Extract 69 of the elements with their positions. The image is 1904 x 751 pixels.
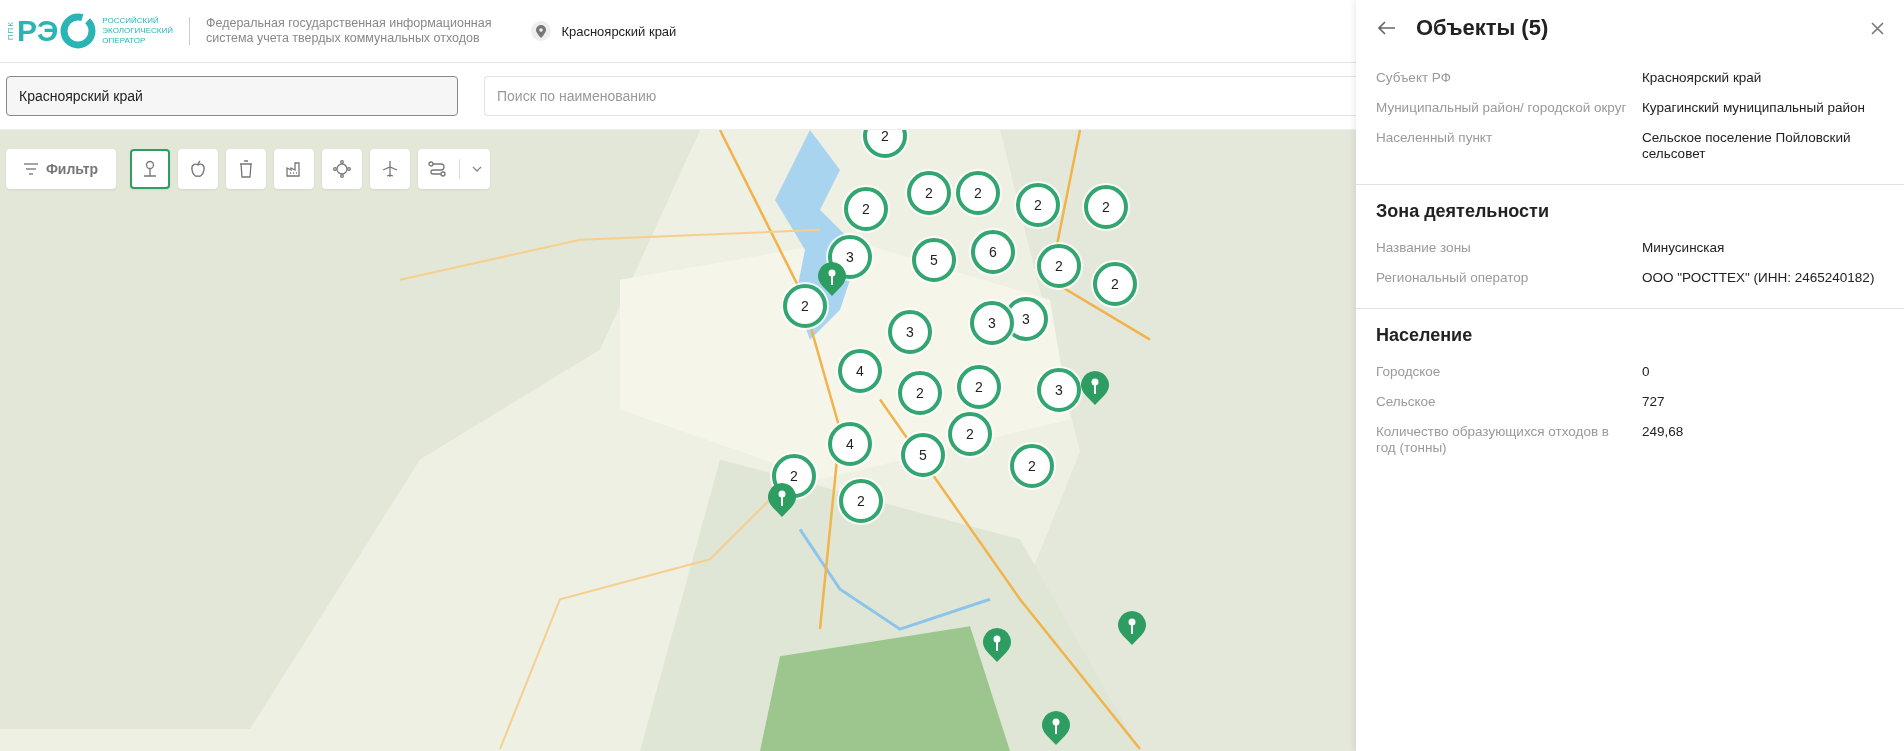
region-name: Красноярский край (561, 23, 677, 39)
apple-tool-button[interactable] (178, 149, 218, 189)
cluster-marker[interactable]: 2 (783, 284, 827, 328)
region-field[interactable]: Красноярский край (6, 76, 458, 116)
map-pin-icon[interactable] (768, 483, 796, 519)
cluster-marker[interactable]: 2 (863, 130, 907, 158)
field-label: Сельское (1376, 394, 1437, 410)
section-heading: Зона деятельности (1376, 201, 1550, 222)
cluster-marker[interactable]: 4 (828, 422, 872, 466)
cluster-marker[interactable]: 2 (1084, 185, 1128, 229)
caret-icon (471, 166, 482, 172)
cluster-marker[interactable]: 2 (1037, 244, 1081, 288)
cluster-marker[interactable]: 2 (907, 171, 951, 215)
field-label: Городское (1376, 364, 1442, 380)
route-tool-button[interactable] (418, 149, 490, 189)
filter-icon (23, 163, 38, 175)
field-label: Название зоны (1376, 240, 1472, 256)
close-icon[interactable] (1871, 21, 1884, 35)
logo-prefix: ППК (6, 21, 15, 41)
field-value: 249,68 (1642, 424, 1685, 441)
field-value: 727 (1642, 394, 1666, 410)
pin-tool-button[interactable] (130, 149, 170, 189)
location-icon (531, 21, 552, 41)
field-value: ООО "РОСТТЕХ" (ИНН: 2465240182) (1642, 270, 1876, 286)
cluster-marker[interactable]: 6 (971, 230, 1015, 274)
map-pin-icon[interactable] (1118, 611, 1146, 647)
field-label: Региональный оператор (1376, 270, 1530, 286)
field-label: Населенный пункт (1376, 130, 1494, 147)
field-value: Минусинская (1642, 240, 1726, 256)
trash-bin-tool-button[interactable] (226, 149, 266, 189)
route-icon (426, 159, 447, 179)
factory-tool-button[interactable] (274, 149, 314, 189)
cluster-marker[interactable]: 2 (956, 171, 1000, 215)
airplane-tool-button[interactable] (370, 149, 410, 189)
cluster-marker[interactable]: 3 (888, 310, 932, 354)
cluster-marker[interactable]: 2 (948, 412, 992, 456)
cluster-marker[interactable]: 2 (1093, 262, 1137, 306)
panel-title: Объекты (5) (1416, 15, 1550, 41)
cluster-marker[interactable]: 2 (898, 371, 942, 415)
cluster-marker[interactable]: 2 (839, 479, 883, 523)
search-field[interactable]: Поиск по наименованию (484, 76, 1356, 116)
cluster-marker[interactable]: 3 (970, 301, 1014, 345)
cluster-marker[interactable]: 2 (957, 365, 1001, 409)
cluster-marker[interactable]: 4 (838, 349, 882, 393)
map-pin-icon[interactable] (1042, 711, 1070, 747)
back-arrow-icon[interactable] (1378, 21, 1396, 35)
logo-ring-icon (60, 13, 97, 49)
filter-button[interactable]: Фильтр (6, 149, 116, 189)
map-pin-icon[interactable] (818, 262, 846, 298)
apple-icon (188, 159, 208, 179)
map-pin-icon[interactable] (1081, 371, 1109, 407)
field-value: 0 (1642, 364, 1651, 380)
cluster-marker[interactable]: 3 (1037, 368, 1081, 412)
field-label: Субъект РФ (1376, 70, 1452, 86)
field-value: Курагинский муниципальный район (1642, 100, 1867, 116)
cluster-marker[interactable]: 2 (1016, 183, 1060, 227)
system-title: Федеральная государственная информационная система учета твердых коммунальных отходов (206, 16, 492, 46)
field-value: Красноярский край (1642, 70, 1763, 86)
cluster-marker[interactable]: 5 (912, 238, 956, 282)
logo-mark: РЭ (17, 16, 59, 46)
airplane-icon (380, 159, 400, 179)
field-label: Количество образующихся отходов в год (тонны) (1376, 424, 1610, 456)
field-label: Муниципальный район/ городской округ (1376, 100, 1628, 116)
logo-text: РОССИЙСКИЙ ЭКОЛОГИЧЕСКИЙ ОПЕРАТОР (102, 16, 173, 46)
field-value: Сельское поселение Пойловский сельсовет (1642, 130, 1852, 162)
cluster-marker[interactable]: 5 (901, 433, 945, 477)
map-pin-icon[interactable] (983, 628, 1011, 664)
cluster-marker[interactable]: 2 (1010, 444, 1054, 488)
section-heading: Население (1376, 325, 1474, 346)
